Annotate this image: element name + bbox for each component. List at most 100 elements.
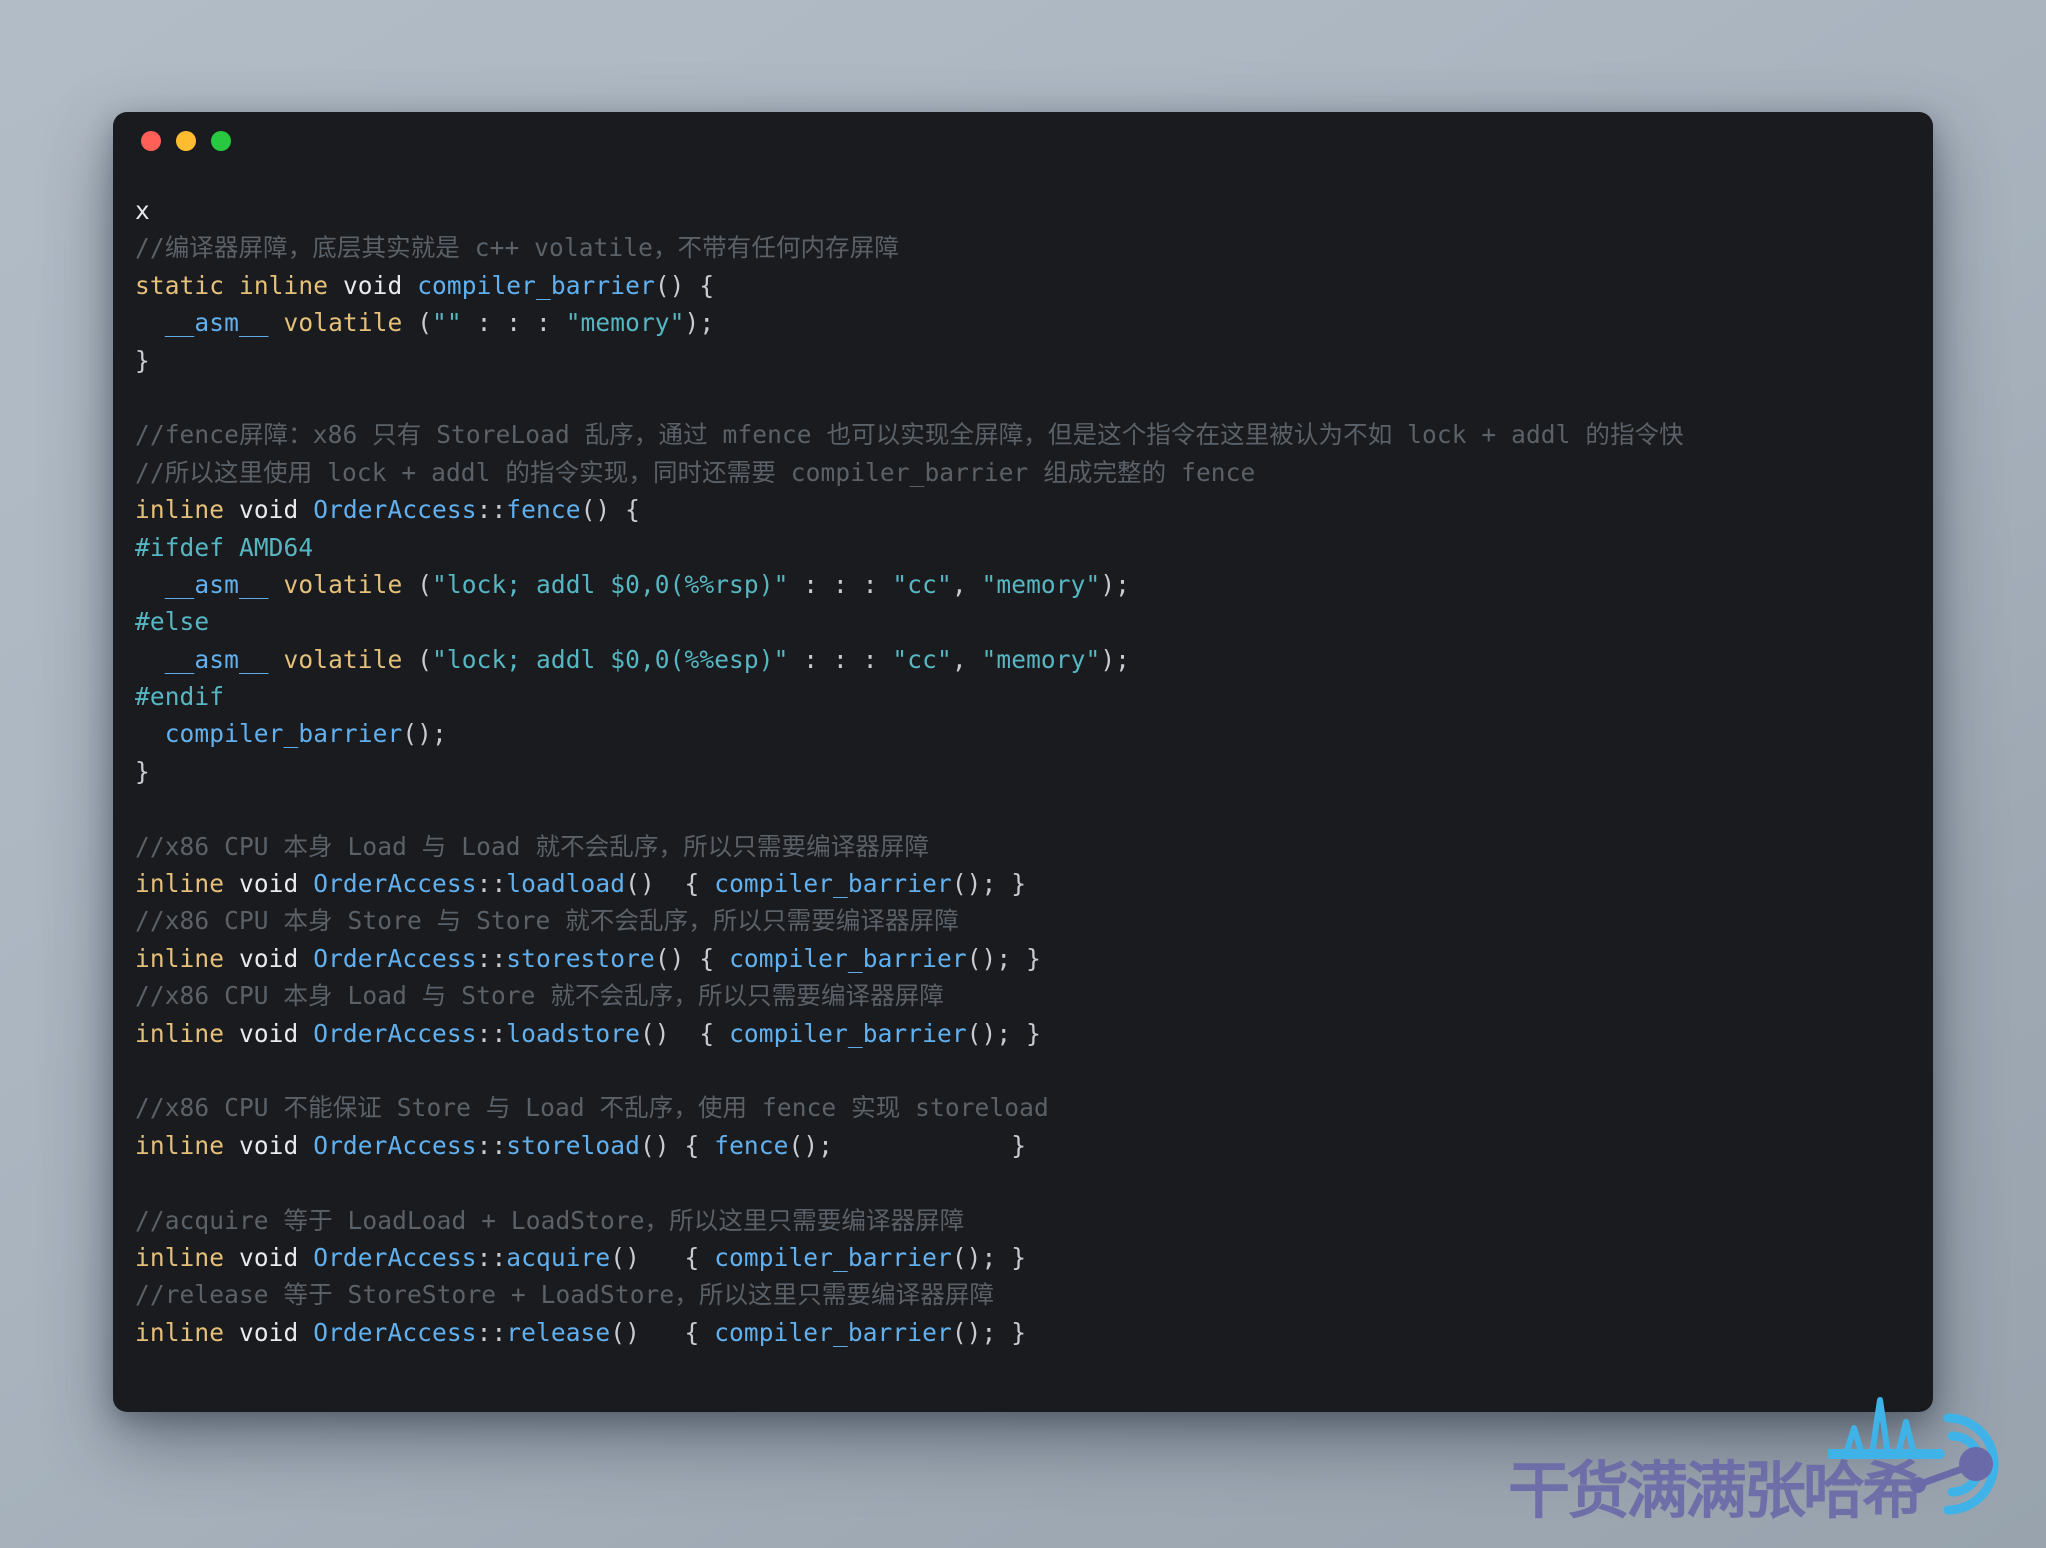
code-line: __asm__ volatile ("lock; addl $0,0(%%esp… (135, 641, 1933, 678)
code-line: //fence屏障：x86 只有 StoreLoad 乱序，通过 mfence … (135, 416, 1933, 453)
code-token: OrderAccess (313, 1317, 477, 1347)
code-line: __asm__ volatile ("" : : : "memory"); (135, 304, 1933, 341)
code-token: void (238, 943, 299, 973)
code-token: :: (476, 1018, 507, 1048)
code-token: __asm__ (164, 644, 269, 674)
code-token: (); (402, 719, 447, 749)
code-token: __asm__ (164, 569, 269, 599)
code-token: OrderAccess (313, 943, 477, 973)
code-line: //x86 CPU 本身 Store 与 Store 就不会乱序，所以只需要编译… (135, 902, 1933, 939)
code-line: compiler_barrier(); (135, 715, 1933, 752)
code-token: loadload (506, 869, 626, 899)
code-token: #else (135, 607, 210, 637)
code-token: } (833, 1130, 1027, 1160)
close-button[interactable] (141, 131, 161, 151)
code-token: //所以这里使用 lock + addl 的指令实现，同时还需要 compile… (135, 457, 1256, 487)
code-token: ( (417, 644, 433, 674)
code-token: ); (1100, 569, 1131, 599)
code-token: :: (476, 943, 507, 973)
code-line: inline void OrderAccess::fence() { (135, 491, 1933, 528)
code-token: () { (580, 495, 640, 525)
code-line: static inline void compiler_barrier() { (135, 267, 1933, 304)
code-line: //编译器屏障，底层其实就是 c++ volatile，不带有任何内存屏障 (135, 229, 1933, 266)
code-line: #ifdef AMD64 (135, 529, 1933, 566)
code-token: ( (417, 308, 433, 338)
code-line: inline void OrderAccess::storestore() { … (135, 940, 1933, 977)
code-token: , (951, 644, 982, 674)
code-token: OrderAccess (313, 869, 477, 899)
code-token: () { (610, 1242, 715, 1272)
code-token: //fence屏障：x86 只有 StoreLoad 乱序，通过 mfence … (135, 420, 1684, 450)
code-token: :: (476, 1317, 507, 1347)
code-token: inline (135, 495, 225, 525)
signal-wave-logo-icon (1828, 1397, 1999, 1515)
code-token: volatile (283, 569, 403, 599)
code-token: () { (639, 1130, 715, 1160)
code-token: , (951, 569, 982, 599)
code-token: acquire (506, 1242, 611, 1272)
code-token: //x86 CPU 本身 Store 与 Store 就不会乱序，所以只需要编译… (135, 906, 959, 936)
code-token: (); } (951, 869, 1027, 899)
code-token: release (506, 1317, 611, 1347)
code-token: } (135, 345, 150, 375)
code-token: OrderAccess (313, 1130, 477, 1160)
minimize-button[interactable] (176, 131, 196, 151)
code-token: inline (135, 1018, 225, 1048)
code-token: OrderAccess (313, 495, 477, 525)
code-token: "memory" (565, 308, 685, 338)
code-token: : : : (788, 644, 893, 674)
code-token: (); } (966, 943, 1041, 973)
code-line: inline void OrderAccess::acquire() { com… (135, 1239, 1933, 1276)
code-token: volatile (283, 644, 403, 674)
code-token: compiler_barrier (714, 869, 952, 899)
code-token: "memory" (981, 644, 1101, 674)
code-token: ( (417, 569, 433, 599)
code-token: () { (610, 1317, 715, 1347)
code-token: fence (506, 495, 581, 525)
code-token: (); } (951, 1242, 1027, 1272)
code-token: "" (432, 308, 462, 338)
code-token: (); } (951, 1317, 1027, 1347)
code-token: "memory" (981, 569, 1101, 599)
code-token: inline (135, 943, 225, 973)
code-token: compiler_barrier (729, 1018, 967, 1048)
code-token: void (238, 495, 299, 525)
code-line: //release 等于 StoreStore + LoadStore，所以这里… (135, 1276, 1933, 1313)
code-line: //x86 CPU 本身 Load 与 Load 就不会乱序，所以只需要编译器屏… (135, 828, 1933, 865)
code-token: loadstore (506, 1018, 640, 1048)
code-token: compiler_barrier (714, 1242, 952, 1272)
code-token: :: (476, 869, 507, 899)
code-token: inline (135, 1130, 225, 1160)
code-token: () { (625, 869, 715, 899)
code-token: //release 等于 StoreStore + LoadStore，所以这里… (135, 1280, 995, 1310)
maximize-button[interactable] (211, 131, 231, 151)
code-token: //x86 CPU 本身 Load 与 Load 就不会乱序，所以只需要编译器屏… (135, 831, 930, 861)
code-token: :: (476, 495, 507, 525)
code-block[interactable]: x //编译器屏障，底层其实就是 c++ volatile，不带有任何内存屏障 st… (113, 170, 1933, 1351)
code-token: inline (238, 270, 329, 300)
code-token: volatile (283, 308, 403, 338)
code-line: x (135, 192, 1933, 229)
code-token: (); (788, 1130, 834, 1160)
code-token: static (135, 270, 225, 300)
code-token: : : : (461, 308, 566, 338)
